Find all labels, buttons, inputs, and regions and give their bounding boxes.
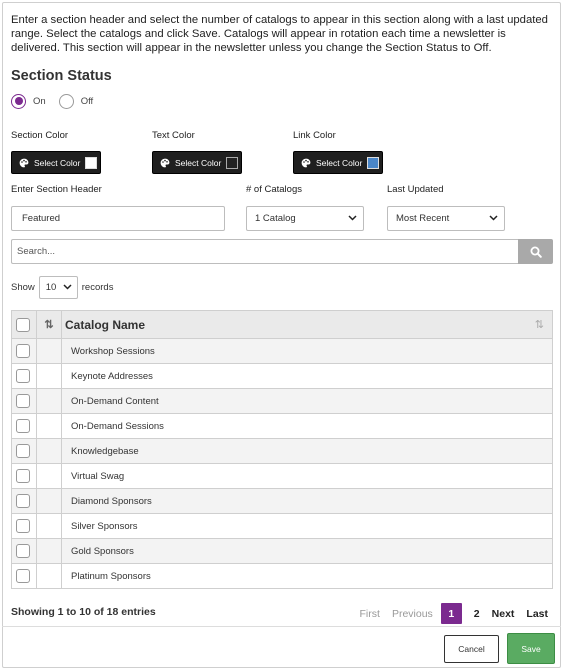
table-row: Gold Sponsors: [11, 538, 553, 564]
last-updated-value: Most Recent: [396, 213, 450, 224]
catalog-name-cell: Virtual Swag: [61, 463, 553, 489]
row-checkbox[interactable]: [16, 494, 30, 508]
catalog-name-header-label: Catalog Name: [65, 317, 146, 332]
page-first[interactable]: First: [360, 608, 380, 620]
table-info: Showing 1 to 10 of 18 entries: [11, 606, 156, 618]
search-icon: [530, 246, 542, 258]
section-color-button-label: Select Color: [34, 157, 81, 168]
text-color-label: Text Color: [152, 130, 195, 141]
chevron-down-icon: [348, 215, 357, 221]
palette-icon: [301, 158, 311, 167]
link-color-button-label: Select Color: [316, 157, 363, 168]
catalog-name-cell: Workshop Sessions: [61, 338, 553, 364]
save-button[interactable]: Save: [507, 633, 555, 664]
table-row: Diamond Sponsors: [11, 488, 553, 514]
table-row: Virtual Swag: [11, 463, 553, 489]
row-checkbox[interactable]: [16, 469, 30, 483]
row-checkbox[interactable]: [16, 444, 30, 458]
table-row: On-Demand Sessions: [11, 413, 553, 439]
text-color-button[interactable]: Select Color: [152, 151, 242, 174]
catalog-table: ⇅ Catalog Name ⇅ Workshop Sessions Keyno…: [11, 310, 553, 589]
row-checkbox[interactable]: [16, 394, 30, 408]
row-checkbox[interactable]: [16, 344, 30, 358]
catalog-name-cell: Keynote Addresses: [61, 363, 553, 389]
table-header-row: ⇅ Catalog Name ⇅: [11, 310, 553, 339]
page-previous[interactable]: Previous: [392, 608, 433, 620]
records-label: records: [81, 282, 114, 293]
section-status-title: Section Status: [11, 68, 112, 84]
table-row: Platinum Sponsors: [11, 563, 553, 589]
link-color-button[interactable]: Select Color: [293, 151, 383, 174]
text-color-button-label: Select Color: [175, 157, 222, 168]
table-row: Knowledgebase: [11, 438, 553, 464]
sort-icon[interactable]: ⇅: [36, 310, 62, 339]
records-per-page-value: 10: [45, 282, 57, 293]
last-updated-select[interactable]: Most Recent: [387, 206, 505, 231]
row-checkbox[interactable]: [16, 519, 30, 533]
page-1-button[interactable]: 1: [440, 603, 462, 624]
last-updated-label: Last Updated: [387, 184, 444, 195]
catalog-name-cell: Diamond Sponsors: [61, 488, 553, 514]
select-all-cell: [11, 310, 37, 339]
records-per-page-select[interactable]: 10: [38, 276, 78, 299]
page-2-button[interactable]: 2: [474, 608, 480, 620]
sort-icon: ⇅: [534, 319, 544, 331]
status-on-label: On: [33, 95, 46, 107]
table-row: Workshop Sessions: [11, 338, 553, 364]
cancel-button[interactable]: Cancel: [444, 635, 499, 663]
status-off-radio[interactable]: [58, 93, 74, 109]
row-checkbox[interactable]: [16, 369, 30, 383]
row-checkbox[interactable]: [16, 569, 30, 583]
status-on-radio[interactable]: [11, 93, 26, 109]
records-length-control: Show 10 records: [11, 276, 113, 299]
search-button[interactable]: [518, 239, 553, 264]
footer-divider: [2, 626, 561, 627]
catalog-name-cell: Platinum Sponsors: [61, 563, 553, 589]
palette-icon: [19, 158, 29, 167]
intro-text: Enter a section header and select the nu…: [11, 14, 548, 54]
catalog-count-value: 1 Catalog: [255, 213, 296, 224]
row-checkbox[interactable]: [16, 419, 30, 433]
catalog-name-cell: Silver Sponsors: [61, 513, 553, 539]
section-header-input[interactable]: Featured: [11, 206, 225, 231]
table-row: Keynote Addresses: [11, 363, 553, 389]
catalog-name-cell: Knowledgebase: [61, 438, 553, 464]
catalog-count-select[interactable]: 1 Catalog: [246, 206, 364, 231]
catalog-name-cell: Gold Sponsors: [61, 538, 553, 564]
select-all-checkbox[interactable]: [16, 317, 30, 332]
section-color-swatch: [85, 156, 98, 169]
link-color-label: Link Color: [293, 130, 336, 141]
pagination: First Previous 1 2 Next Last: [348, 603, 548, 624]
page-last[interactable]: Last: [526, 608, 548, 620]
show-label: Show: [11, 282, 35, 293]
row-checkbox[interactable]: [16, 544, 30, 558]
catalog-name-cell: On-Demand Content: [61, 388, 553, 414]
section-header-label: Enter Section Header: [11, 184, 102, 195]
text-color-swatch: [226, 156, 239, 169]
table-row: Silver Sponsors: [11, 513, 553, 539]
section-color-button[interactable]: Select Color: [11, 151, 101, 174]
section-status-radios: On Off: [11, 93, 106, 109]
page-next[interactable]: Next: [492, 608, 515, 620]
catalog-name-cell: On-Demand Sessions: [61, 413, 553, 439]
search-input[interactable]: Search...: [11, 239, 519, 264]
table-row: On-Demand Content: [11, 388, 553, 414]
palette-icon: [160, 158, 170, 167]
link-color-swatch: [367, 156, 380, 169]
section-color-label: Section Color: [11, 130, 69, 141]
chevron-down-icon: [63, 284, 72, 290]
chevron-down-icon: [489, 215, 498, 221]
catalog-count-label: # of Catalogs: [246, 184, 302, 195]
catalog-name-header[interactable]: Catalog Name ⇅: [61, 310, 553, 339]
status-off-label: Off: [80, 95, 94, 107]
